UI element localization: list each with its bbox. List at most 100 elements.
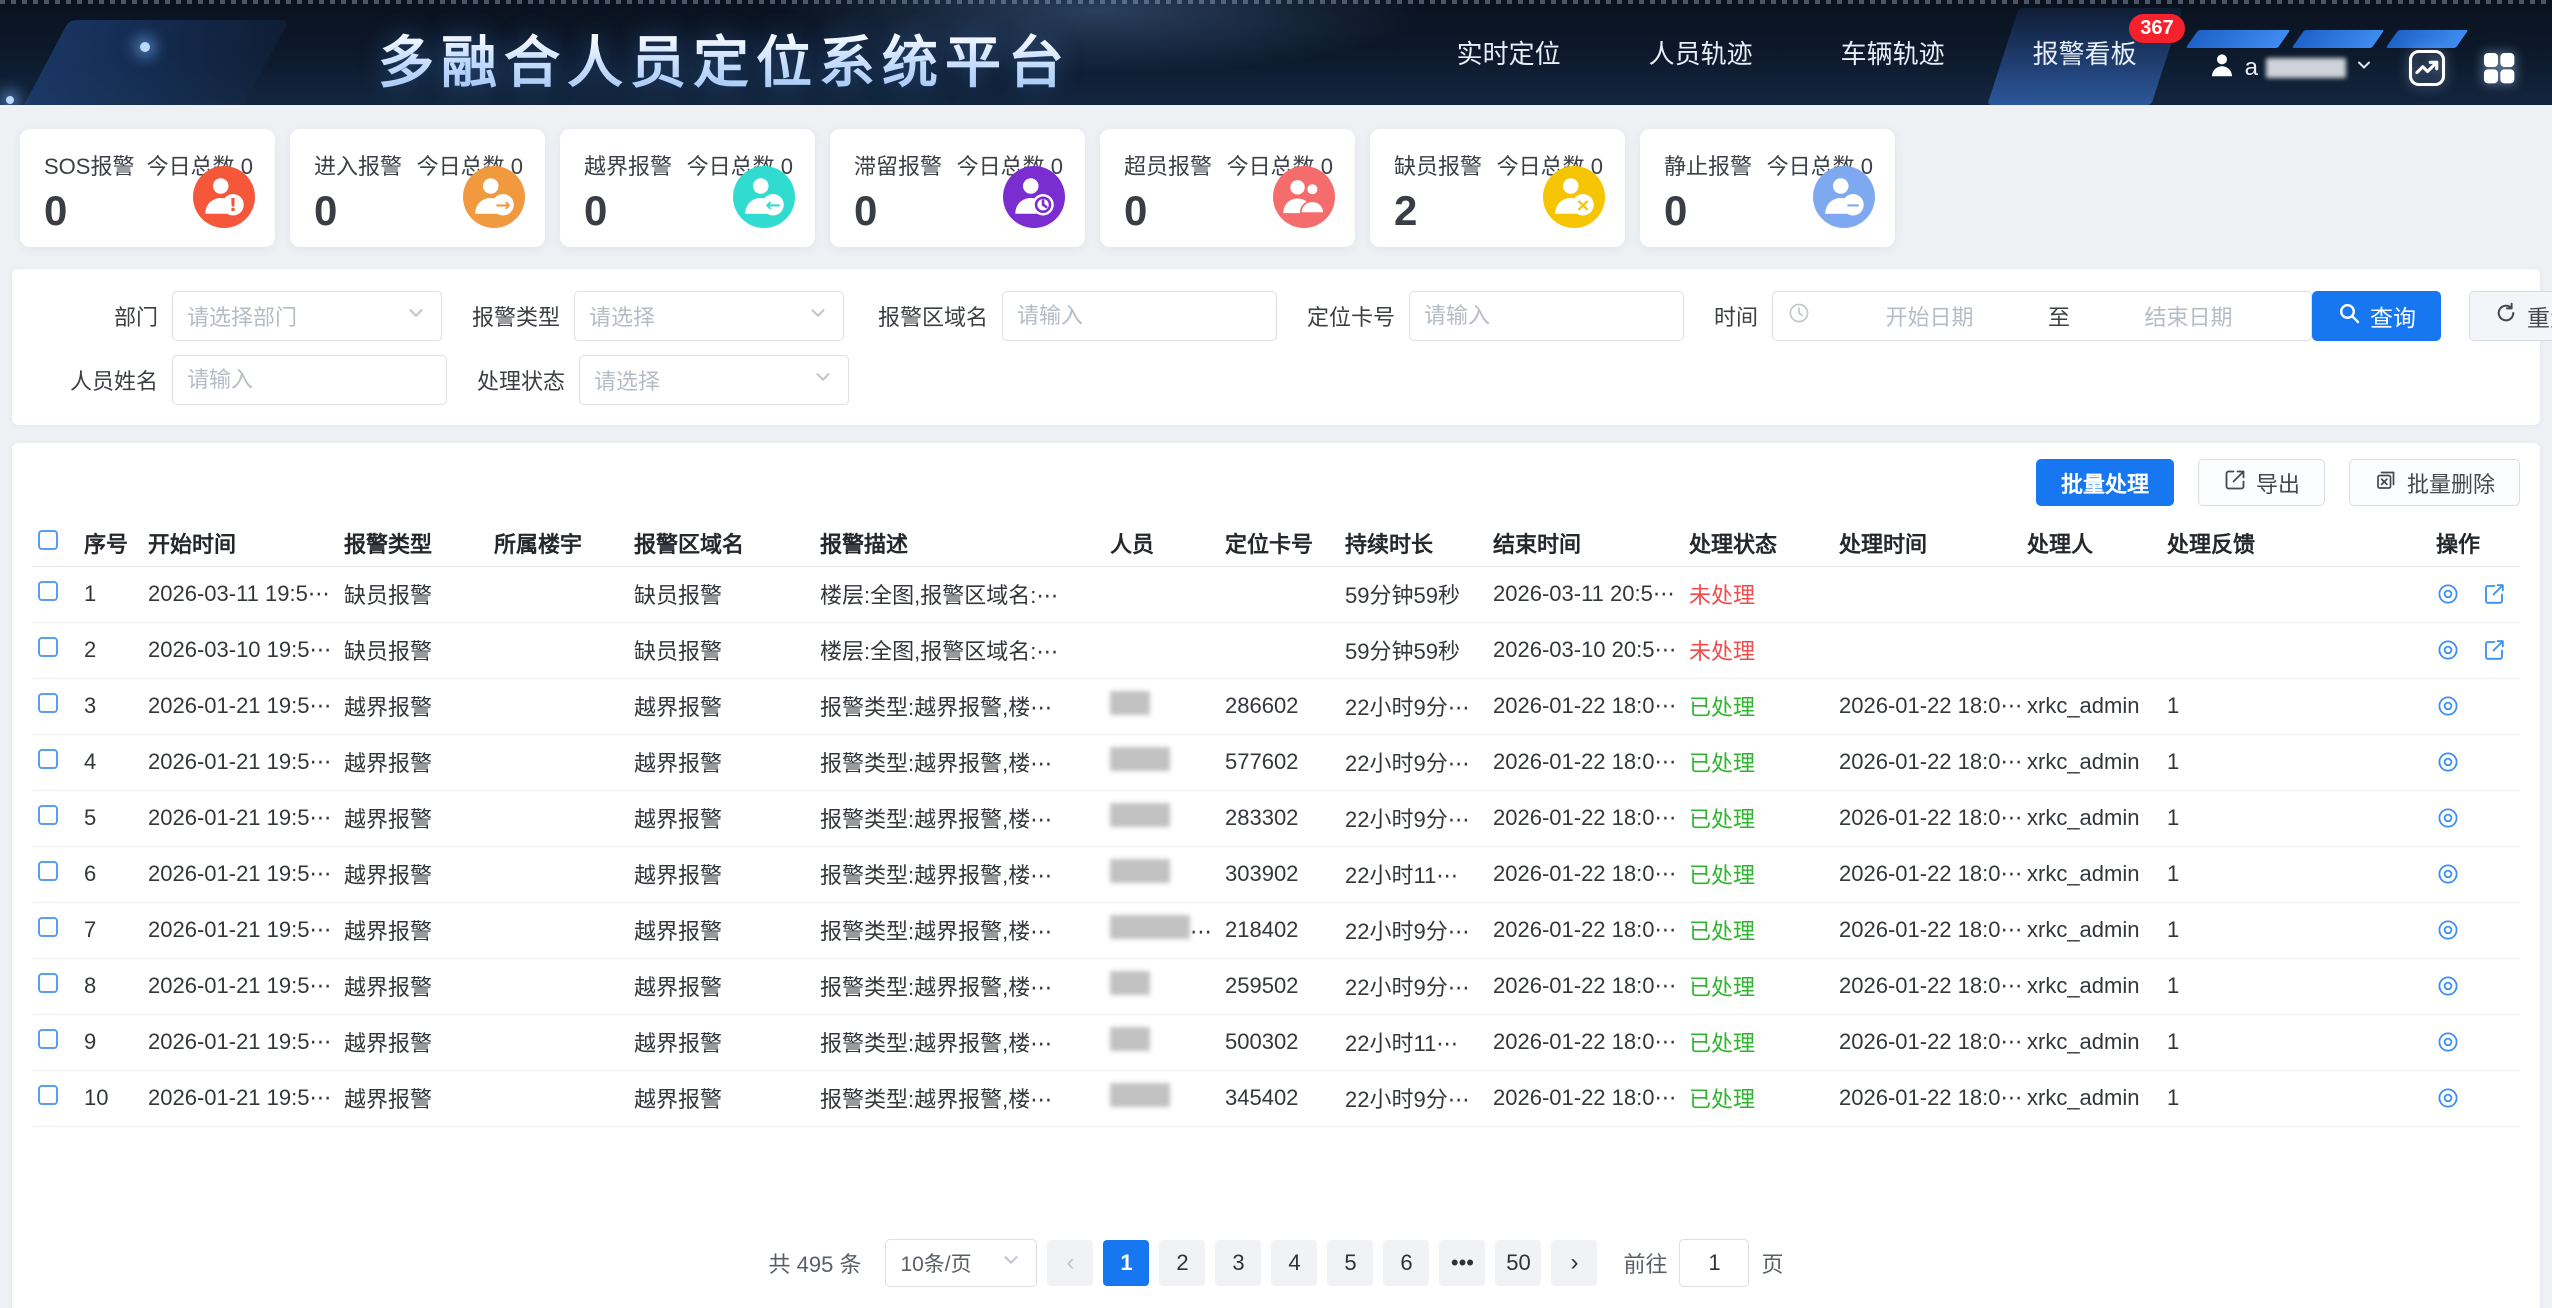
table-cell: 303902 — [1219, 846, 1339, 902]
batch-process-button[interactable]: 批量处理 — [2036, 459, 2174, 506]
view-detail-icon[interactable] — [2436, 806, 2460, 830]
area-name-input[interactable] — [1017, 303, 1262, 329]
table-cell — [488, 622, 628, 678]
alarm-type-select[interactable]: 请选择 — [574, 291, 844, 341]
nav-item-3[interactable]: 报警看板367 — [1989, 0, 2181, 105]
search-button[interactable]: 查询 — [2312, 291, 2441, 341]
status-badge: 已处理 — [1689, 919, 1755, 944]
person-cross-icon: ← — [733, 166, 795, 233]
row-checkbox[interactable] — [38, 581, 58, 601]
nav-item-1[interactable]: 人员轨迹 — [1605, 0, 1797, 105]
table-cell: 8 — [78, 958, 142, 1014]
view-detail-icon[interactable] — [2436, 1086, 2460, 1110]
user-menu[interactable]: a — [2207, 50, 2374, 85]
view-detail-icon[interactable] — [2436, 1030, 2460, 1054]
view-detail-icon[interactable] — [2436, 694, 2460, 718]
row-checkbox[interactable] — [38, 1029, 58, 1049]
table-cell: 越界报警 — [338, 958, 488, 1014]
person-name-masked — [1110, 1083, 1170, 1107]
nav-item-2[interactable]: 车辆轨迹 — [1797, 0, 1989, 105]
table-cell: 缺员报警 — [338, 566, 488, 622]
table-cell: 楼层:全图,报警区域名:⋯ — [814, 622, 1104, 678]
batch-delete-button[interactable]: 批量删除 — [2349, 459, 2520, 506]
page-title: 多融合人员定位系统平台 — [378, 18, 1071, 99]
view-detail-icon[interactable] — [2436, 750, 2460, 774]
summary-card-2: 越界报警今日总数 00← — [560, 129, 815, 247]
row-operations — [2436, 694, 2514, 718]
time-label: 时间 — [1710, 300, 1758, 332]
row-checkbox[interactable] — [38, 861, 58, 881]
page-button-5[interactable]: 5 — [1327, 1240, 1373, 1286]
monitor-trend-icon[interactable] — [2402, 43, 2452, 93]
card-no-input[interactable] — [1424, 303, 1669, 329]
table-cell: 越界报警 — [628, 958, 814, 1014]
view-detail-icon[interactable] — [2436, 974, 2460, 998]
row-checkbox[interactable] — [38, 693, 58, 713]
page-button-1[interactable]: 1 — [1103, 1240, 1149, 1286]
view-detail-icon[interactable] — [2436, 638, 2460, 662]
edit-handle-icon[interactable] — [2482, 582, 2506, 606]
person-name-label: 人员姓名 — [52, 364, 158, 396]
view-detail-icon[interactable] — [2436, 862, 2460, 886]
next-page-button[interactable]: › — [1551, 1240, 1597, 1286]
table-cell: 已处理 — [1683, 734, 1833, 790]
more-pages-button[interactable]: ••• — [1439, 1240, 1485, 1286]
table-cell — [2430, 902, 2520, 958]
apps-grid-icon[interactable] — [2474, 43, 2524, 93]
row-checkbox[interactable] — [38, 637, 58, 657]
nav-item-0[interactable]: 实时定位 — [1413, 0, 1605, 105]
reset-button[interactable]: 重置 — [2469, 291, 2552, 341]
prev-page-button[interactable]: ‹ — [1047, 1240, 1093, 1286]
row-checkbox[interactable] — [38, 1085, 58, 1105]
table-cell — [1104, 734, 1219, 790]
table-cell: 22小时11⋯ — [1339, 1014, 1487, 1070]
select-all-checkbox[interactable] — [38, 530, 58, 550]
goto-page-input[interactable] — [1679, 1239, 1749, 1287]
table-cell — [1104, 1070, 1219, 1126]
date-range-picker[interactable]: 开始日期 至 结束日期 — [1772, 291, 2312, 341]
table-cell: 22小时9分⋯ — [1339, 1070, 1487, 1126]
handle-status-select[interactable]: 请选择 — [579, 355, 849, 405]
row-checkbox[interactable] — [38, 917, 58, 937]
table-cell: 已处理 — [1683, 902, 1833, 958]
page-button-50[interactable]: 50 — [1495, 1240, 1541, 1286]
table-cell: 2026-01-21 19:5⋯ — [142, 1070, 338, 1126]
page-size-select[interactable]: 10条/页 — [885, 1239, 1037, 1287]
date-separator: 至 — [2048, 300, 2070, 332]
table-cell: 缺员报警 — [628, 566, 814, 622]
card-title: 进入报警 — [314, 149, 402, 181]
table-row: 42026-01-21 19:5⋯越界报警越界报警报警类型:越界报警,楼⋯577… — [32, 734, 2520, 790]
table-cell: 22小时9分⋯ — [1339, 734, 1487, 790]
column-header: 序号 — [78, 520, 142, 566]
column-header: 处理人 — [2021, 520, 2161, 566]
person-name-input-wrap — [172, 355, 447, 405]
export-button[interactable]: 导出 — [2198, 459, 2325, 506]
table-cell: 报警类型:越界报警,楼⋯ — [814, 902, 1104, 958]
row-checkbox[interactable] — [38, 749, 58, 769]
page-button-2[interactable]: 2 — [1159, 1240, 1205, 1286]
table-cell: xrkc_admin — [2021, 734, 2161, 790]
row-checkbox[interactable] — [38, 973, 58, 993]
view-detail-icon[interactable] — [2436, 918, 2460, 942]
table-cell: 283302 — [1219, 790, 1339, 846]
page-button-6[interactable]: 6 — [1383, 1240, 1429, 1286]
table-cell: 1 — [78, 566, 142, 622]
row-checkbox[interactable] — [38, 805, 58, 825]
edit-handle-icon[interactable] — [2482, 638, 2506, 662]
alarm-type-label: 报警类型 — [468, 300, 560, 332]
table-cell: 2026-01-22 18:0⋯ — [1833, 678, 2021, 734]
table-cell: 2026-03-11 19:5⋯ — [142, 566, 338, 622]
card-title: SOS报警 — [44, 149, 134, 181]
view-detail-icon[interactable] — [2436, 582, 2460, 606]
person-name-input[interactable] — [187, 367, 432, 393]
table-cell: 报警类型:越界报警,楼⋯ — [814, 790, 1104, 846]
table-cell: 2026-01-22 18:0⋯ — [1487, 1070, 1683, 1126]
table-cell: 未处理 — [1683, 622, 1833, 678]
page-button-4[interactable]: 4 — [1271, 1240, 1317, 1286]
card-no-input-wrap — [1409, 291, 1684, 341]
table-cell: 1 — [2161, 958, 2430, 1014]
table-cell — [2430, 566, 2520, 622]
table-cell — [2430, 958, 2520, 1014]
page-button-3[interactable]: 3 — [1215, 1240, 1261, 1286]
department-select[interactable]: 请选择部门 — [172, 291, 442, 341]
